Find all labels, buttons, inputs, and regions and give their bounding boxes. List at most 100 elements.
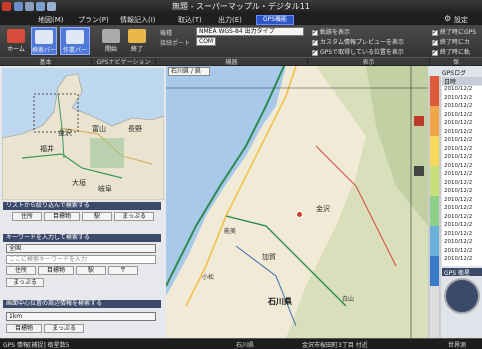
list-item[interactable]: 2010/12/2	[442, 112, 482, 121]
checkbox-label: 終了時に軌	[440, 49, 471, 56]
keyword-input[interactable]: ここに検索キーワードを入力	[6, 255, 156, 264]
checkbox-box	[312, 48, 318, 56]
list-item[interactable]: 2010/12/2	[442, 146, 482, 155]
gps-status: GPS 情報[補捉] 衛星数5	[3, 342, 70, 349]
title-bar: 無題 - スーパーマップル・デジタル11	[0, 0, 482, 14]
satellite-icon	[102, 29, 120, 43]
menu-plan[interactable]: プラン(P)	[78, 15, 109, 25]
section-nearby-search[interactable]: 画面中心位置の周辺情報を検索する	[3, 300, 161, 308]
list-landmark-button[interactable]: 目標物	[44, 212, 80, 221]
show-track-checkbox[interactable]: 軌跡を表示	[312, 27, 350, 36]
list-item[interactable]: 2010/12/2	[442, 137, 482, 146]
kw-station-button[interactable]: 駅	[76, 266, 106, 275]
list-mapple-button[interactable]: まっぷる	[114, 212, 154, 221]
home-button[interactable]: ホーム	[3, 27, 29, 55]
overview-map[interactable]: 富山 金沢 福井 長野 大垣 岐阜	[2, 68, 164, 200]
port-label: 接続ポート	[160, 40, 191, 47]
list-item[interactable]: 2010/12/2	[442, 231, 482, 240]
distance-select[interactable]: 1km	[6, 312, 156, 321]
gps-log-title: GPSログ	[442, 70, 467, 77]
list-station-button[interactable]: 駅	[82, 212, 112, 221]
kw-address-button[interactable]: 住所	[6, 266, 36, 275]
current-position-marker[interactable]	[296, 211, 303, 218]
end-track-checkbox[interactable]: 終了時に軌	[432, 47, 470, 56]
kw-mapple-button[interactable]: まっぷる	[6, 278, 44, 287]
list-item[interactable]: 2010/12/2	[442, 205, 482, 214]
list-item[interactable]: 2010/12/2	[442, 239, 482, 248]
end-button[interactable]: 終了	[124, 27, 150, 55]
map-location-tab[interactable]: 石川県 / 県	[168, 67, 210, 76]
satellite-compass-icon	[444, 278, 480, 314]
menu-bar: 地図(M) プラン(P) 情報記入(I) 取込(T) 出力(E) GPS機能 ⚙…	[0, 14, 482, 26]
list-item[interactable]: 2010/12/2	[442, 256, 482, 265]
search-panel-icon	[35, 30, 53, 44]
status-datum: 世界測	[448, 342, 467, 349]
minimap-label: 福井	[40, 145, 54, 153]
start-button[interactable]: 開始	[98, 27, 124, 55]
port-select[interactable]: COM	[196, 37, 216, 46]
list-item[interactable]: 2010/12/2	[442, 129, 482, 138]
list-address-button[interactable]: 住所	[12, 212, 42, 221]
minimap-label: 大垣	[72, 179, 86, 187]
menu-settings[interactable]: 設定	[454, 15, 468, 25]
list-item[interactable]: 2010/12/2	[442, 197, 482, 206]
list-item[interactable]: 2010/12/2	[442, 180, 482, 189]
window-title: 無題 - スーパーマップル・デジタル11	[172, 2, 310, 11]
kw-postal-button[interactable]: 〒	[108, 266, 138, 275]
gear-icon[interactable]: ⚙	[444, 14, 451, 23]
list-item[interactable]: 2010/12/2	[442, 248, 482, 257]
elevation-legend-graphic	[430, 76, 439, 338]
map-label: 小松	[202, 274, 215, 281]
list-item[interactable]: 2010/12/2	[442, 120, 482, 129]
gps-position-checkbox[interactable]: GPSで取得している位置を表示	[312, 47, 404, 56]
main-map[interactable]: 石川県 加賀 金沢 能美 白山 小松	[166, 66, 428, 338]
main-map-graphic	[166, 66, 428, 338]
list-item[interactable]: 2010/12/2	[442, 214, 482, 223]
gps-log-column-header[interactable]: 日時	[442, 77, 482, 86]
satellite-end-icon	[128, 29, 146, 43]
section-list-search[interactable]: リストから絞り込んで検索する	[3, 202, 161, 210]
nearby-landmark-button[interactable]: 目標物	[6, 324, 42, 333]
list-item[interactable]: 2010/12/2	[442, 86, 482, 95]
section-keyword-search[interactable]: キーワードを入力して検索する	[3, 234, 161, 242]
model-select[interactable]: NMEA WGS-84 出力タイプ	[196, 27, 304, 36]
home-icon	[7, 29, 25, 43]
kw-landmark-button[interactable]: 目標物	[38, 266, 74, 275]
model-label: 機種	[160, 30, 173, 37]
checkbox-label: カスタム情報プレビューを表示	[320, 39, 405, 46]
work-bar-button[interactable]: 作業バー	[60, 27, 90, 55]
end-custom-checkbox[interactable]: 終了時にカ	[432, 37, 470, 46]
list-item[interactable]: 2010/12/2	[442, 222, 482, 231]
nearby-mapple-button[interactable]: まっぷる	[44, 324, 84, 333]
list-item[interactable]: 2010/12/2	[442, 171, 482, 180]
list-item[interactable]: 2010/12/2	[442, 154, 482, 163]
minimap-label: 長野	[128, 125, 142, 133]
menu-info-entry[interactable]: 情報記入(I)	[120, 15, 156, 25]
menu-map[interactable]: 地図(M)	[38, 15, 64, 25]
search-bar-button[interactable]: 検索バー	[31, 27, 57, 55]
gps-log-list[interactable]: 2010/12/2 2010/12/2 2010/12/2 2010/12/2 …	[442, 86, 482, 266]
status-prefecture: 石川県	[236, 342, 255, 349]
list-item[interactable]: 2010/12/2	[442, 163, 482, 172]
gps-function-tab[interactable]: GPS機能	[256, 15, 294, 25]
list-item[interactable]: 2010/12/2	[442, 103, 482, 112]
checkbox-label: GPSで取得している位置を表示	[320, 49, 404, 56]
minimap-label: 岐阜	[98, 185, 112, 193]
list-item[interactable]: 2010/12/2	[442, 95, 482, 104]
end-label: 終了	[130, 46, 143, 53]
ribbon-group-labels: 基本 GPSナビゲーション 機器 表示 保	[0, 57, 482, 67]
map-zoom-in-icon[interactable]	[414, 116, 424, 126]
map-label: 加賀	[262, 253, 276, 261]
region-select[interactable]: 全国	[6, 244, 156, 253]
checkbox-box	[432, 48, 438, 56]
menu-import[interactable]: 取込(T)	[178, 15, 202, 25]
end-gps-checkbox[interactable]: 終了時にGPS	[432, 27, 476, 36]
list-item[interactable]: 2010/12/2	[442, 188, 482, 197]
search-panel: 富山 金沢 福井 長野 大垣 岐阜 リストから絞り込んで検索する 住所 目標物 …	[0, 66, 166, 338]
map-label: 白山	[342, 296, 355, 303]
work-bar-label: 作業バー	[62, 47, 87, 54]
map-zoom-slider-icon[interactable]	[414, 166, 424, 176]
custom-preview-checkbox[interactable]: カスタム情報プレビューを表示	[312, 37, 404, 46]
menu-output[interactable]: 出力(E)	[218, 15, 242, 25]
checkbox-box	[432, 28, 438, 36]
